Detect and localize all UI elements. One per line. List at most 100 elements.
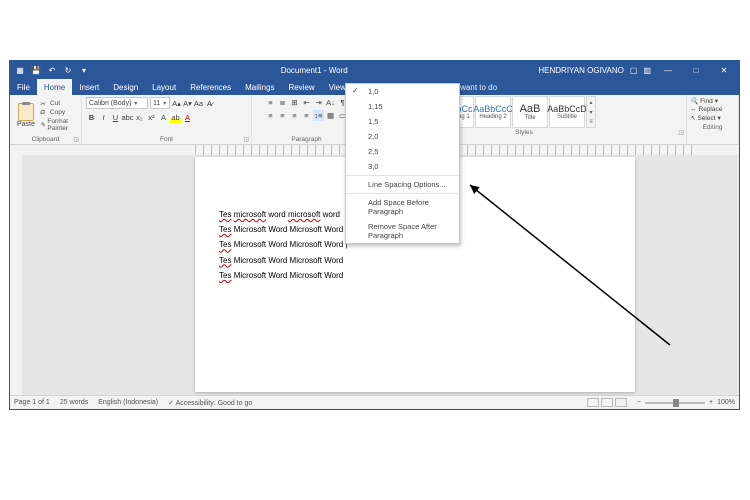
decrease-indent-button[interactable]: ⇤ <box>301 97 312 108</box>
subscript-button[interactable]: x₂ <box>134 112 145 123</box>
font-color-button[interactable]: A <box>182 112 193 123</box>
spacing-1-0[interactable]: 1,0 <box>346 84 459 99</box>
spacing-1-15[interactable]: 1,15 <box>346 99 459 114</box>
view-buttons[interactable] <box>587 398 627 407</box>
tab-design[interactable]: Design <box>106 79 145 95</box>
style-subtitle[interactable]: AaBbCcDSubtitle <box>549 96 585 128</box>
spacing-1-5[interactable]: 1,5 <box>346 114 459 129</box>
format-painter-button[interactable]: ✎Format Painter <box>40 118 77 132</box>
font-group-label: Font <box>160 136 173 143</box>
zoom-level[interactable]: 100% <box>717 399 735 406</box>
tab-file[interactable]: File <box>10 79 37 95</box>
titlebar: ▦ 💾 ↶ ↻ ▾ Document1 - Word HENDRIYAN OGI… <box>10 61 739 79</box>
tab-mailings[interactable]: Mailings <box>238 79 281 95</box>
select-button[interactable]: ↖Select▾ <box>690 114 735 122</box>
align-right-button[interactable]: ≡ <box>289 110 300 121</box>
line-spacing-button[interactable]: ↕≡ <box>313 110 324 121</box>
spacing-2-0[interactable]: 2,0 <box>346 129 459 144</box>
align-center-button[interactable]: ≡ <box>277 110 288 121</box>
sort-button[interactable]: A↓ <box>325 97 336 108</box>
paste-label: Paste <box>17 121 35 128</box>
editing-group-label: Editing <box>703 124 723 131</box>
tab-review[interactable]: Review <box>281 79 321 95</box>
italic-button[interactable]: I <box>98 112 109 123</box>
strikethrough-button[interactable]: abc <box>122 112 133 123</box>
document-title: Document1 - Word <box>90 66 538 75</box>
add-space-before[interactable]: Add Space Before Paragraph <box>346 195 459 219</box>
maximize-button[interactable]: □ <box>685 66 707 75</box>
cut-button[interactable]: ✂Cut <box>40 100 77 108</box>
vertical-ruler[interactable] <box>10 155 22 395</box>
styles-scroll[interactable]: ▴▾≡ <box>586 96 596 128</box>
user-avatar-icon[interactable]: ▢ <box>630 66 638 75</box>
scissors-icon: ✂ <box>40 100 48 108</box>
find-button[interactable]: 🔍Find▾ <box>690 97 735 105</box>
remove-space-after[interactable]: Remove Space After Paragraph <box>346 219 459 243</box>
close-button[interactable]: ✕ <box>713 66 735 75</box>
replace-icon: ↔ <box>690 106 697 113</box>
user-name[interactable]: HENDRIYAN OGIVANO <box>538 66 624 75</box>
styles-group-label: Styles <box>515 129 533 136</box>
style-heading-2[interactable]: AaBbCcCHeading 2 <box>475 96 511 128</box>
increase-indent-button[interactable]: ⇥ <box>313 97 324 108</box>
save-icon[interactable]: 💾 <box>30 66 42 75</box>
zoom-slider[interactable]: −+100% <box>637 399 735 406</box>
search-icon: 🔍 <box>690 97 698 105</box>
group-editing: 🔍Find▾ ↔Replace ↖Select▾ Editing <box>687 95 739 144</box>
font-name-dropdown[interactable]: Calibri (Body)▾ <box>86 97 148 109</box>
font-size-dropdown[interactable]: 11▾ <box>150 97 170 109</box>
line-spacing-options[interactable]: Line Spacing Options... <box>346 177 459 192</box>
multilevel-button[interactable]: ⊞ <box>289 97 300 108</box>
clear-formatting-button[interactable]: A̷ <box>205 98 214 109</box>
clipboard-launcher-icon[interactable]: ◲ <box>73 136 79 143</box>
change-case-button[interactable]: Aa <box>194 98 203 109</box>
styles-launcher-icon[interactable]: ◲ <box>678 129 684 136</box>
tab-references[interactable]: References <box>183 79 238 95</box>
word-count[interactable]: 25 words <box>60 399 88 406</box>
line-spacing-menu: 1,0 1,15 1,5 2,0 2,5 3,0 Line Spacing Op… <box>345 83 460 244</box>
redo-icon[interactable]: ↻ <box>62 66 74 75</box>
justify-button[interactable]: ≡ <box>301 110 312 121</box>
grow-font-button[interactable]: A▴ <box>172 98 181 109</box>
superscript-button[interactable]: x² <box>146 112 157 123</box>
paste-button[interactable]: Paste <box>14 101 38 130</box>
replace-button[interactable]: ↔Replace <box>690 106 735 113</box>
undo-icon[interactable]: ↶ <box>46 66 58 75</box>
numbering-button[interactable]: ≣ <box>277 97 288 108</box>
tab-insert[interactable]: Insert <box>72 79 106 95</box>
clipboard-icon <box>18 103 34 121</box>
language-indicator[interactable]: English (Indonesia) <box>98 399 158 406</box>
group-font: Calibri (Body)▾ 11▾ A▴ A▾ Aa A̷ B I U ab… <box>82 95 252 144</box>
shading-button[interactable]: ▦ <box>325 110 336 121</box>
highlight-button[interactable]: ab <box>170 112 181 123</box>
brush-icon: ✎ <box>40 121 46 129</box>
bullets-button[interactable]: ≡ <box>265 97 276 108</box>
accessibility-status[interactable]: ✓ Accessibility: Good to go <box>168 399 252 407</box>
spacing-2-5[interactable]: 2,5 <box>346 144 459 159</box>
document-body[interactable]: Tes microsoft word microsoft word Tes Mi… <box>219 207 348 283</box>
font-launcher-icon[interactable]: ◲ <box>243 136 249 143</box>
minimize-button[interactable]: — <box>657 66 679 75</box>
paragraph-group-label: Paragraph <box>291 136 321 143</box>
print-layout-icon <box>601 398 613 407</box>
copy-icon: ⧉ <box>40 109 48 117</box>
qat-more-icon[interactable]: ▾ <box>78 66 90 75</box>
bold-button[interactable]: B <box>86 112 97 123</box>
underline-button[interactable]: U <box>110 112 121 123</box>
tab-layout[interactable]: Layout <box>145 79 183 95</box>
page-indicator[interactable]: Page 1 of 1 <box>14 399 50 406</box>
text-effects-button[interactable]: A <box>158 112 169 123</box>
align-left-button[interactable]: ≡ <box>265 110 276 121</box>
clipboard-group-label: Clipboard <box>32 136 60 143</box>
shrink-font-button[interactable]: A▾ <box>183 98 192 109</box>
cursor-icon: ↖ <box>690 114 695 122</box>
copy-button[interactable]: ⧉Copy <box>40 109 77 117</box>
tab-home[interactable]: Home <box>37 79 72 95</box>
style-title[interactable]: AaBTitle <box>512 96 548 128</box>
statusbar: Page 1 of 1 25 words English (Indonesia)… <box>10 395 739 409</box>
ribbon-options-icon[interactable]: ▥ <box>643 66 651 75</box>
read-mode-icon <box>587 398 599 407</box>
web-layout-icon <box>615 398 627 407</box>
spacing-3-0[interactable]: 3,0 <box>346 159 459 174</box>
word-icon: ▦ <box>14 66 26 75</box>
